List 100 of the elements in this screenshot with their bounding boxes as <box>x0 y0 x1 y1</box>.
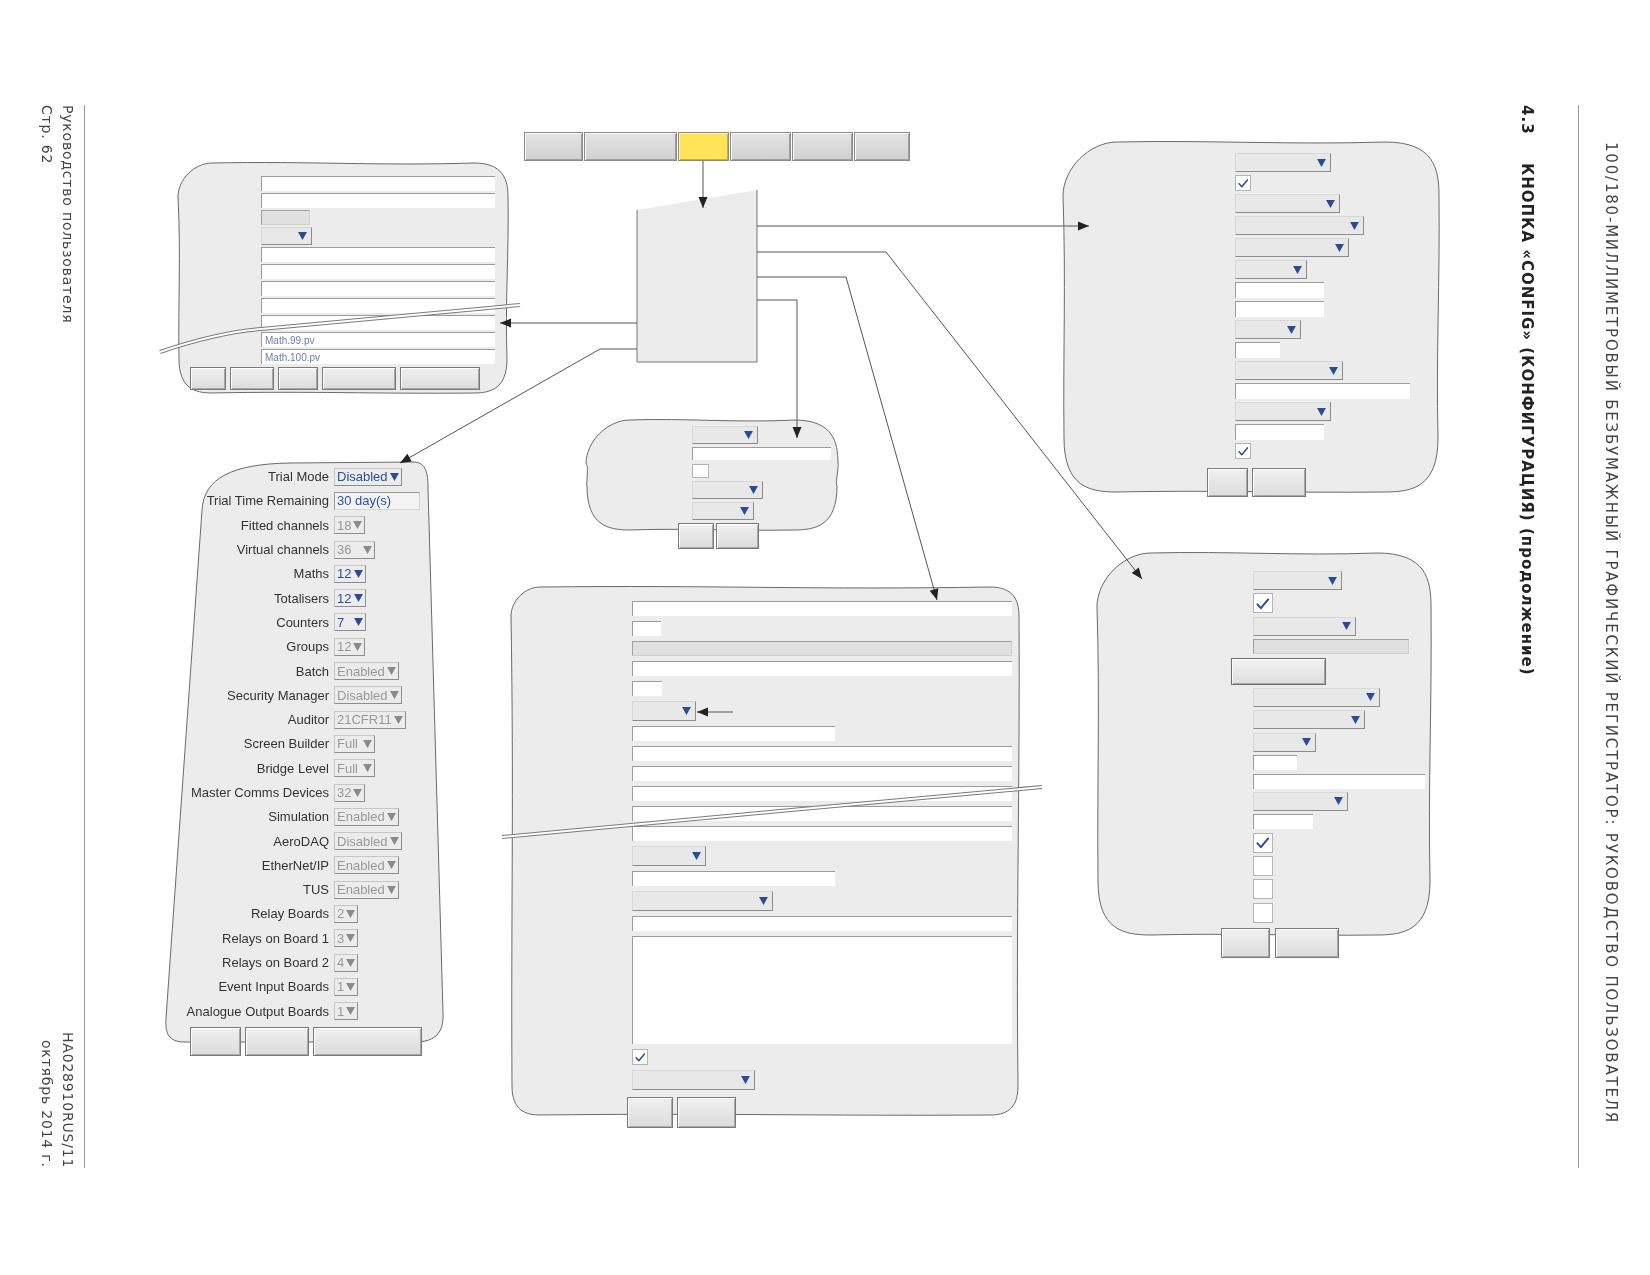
panel-button[interactable] <box>1252 468 1306 497</box>
dropdown-arrow-icon <box>1302 738 1311 747</box>
field-label: Trial Time Remaining <box>206 493 329 509</box>
dropdown-arrow-icon <box>692 852 701 860</box>
field-label: Fitted channels <box>240 517 329 533</box>
dropdown-arrow-icon <box>1366 693 1375 702</box>
dropdown-field[interactable] <box>1235 320 1301 339</box>
panel-button[interactable] <box>1231 657 1326 685</box>
field-label: TUS <box>303 882 329 898</box>
dropdown-field[interactable] <box>1235 402 1331 421</box>
text-field[interactable] <box>692 447 831 460</box>
text-field[interactable] <box>632 766 1012 781</box>
checkbox[interactable] <box>1253 593 1273 614</box>
field-label: EtherNet/IP <box>261 857 329 873</box>
field-label: Relay Boards <box>250 906 329 922</box>
dropdown-field[interactable]: 12 <box>334 589 366 608</box>
text-field[interactable] <box>1253 814 1313 830</box>
dropdown-arrow-icon <box>354 569 363 578</box>
text-field[interactable] <box>632 786 1012 801</box>
field-label: Relays on Board 2 <box>222 955 329 971</box>
dropdown-field[interactable] <box>632 1070 755 1090</box>
dropdown-field[interactable] <box>261 227 312 245</box>
checkbox[interactable] <box>1253 832 1273 853</box>
checkbox[interactable] <box>1253 902 1273 923</box>
text-field[interactable] <box>1235 342 1280 358</box>
dropdown-field[interactable] <box>632 701 696 721</box>
panel-button[interactable] <box>678 522 714 549</box>
panel-button[interactable] <box>400 367 480 390</box>
panel-button[interactable] <box>230 367 274 390</box>
dropdown-arrow-icon <box>353 788 363 797</box>
dropdown-field[interactable]: 7 <box>334 613 366 632</box>
panel-button[interactable] <box>677 1097 736 1128</box>
toolbar-button[interactable] <box>584 132 677 161</box>
dropdown-arrow-icon <box>346 982 356 991</box>
dropdown-field[interactable] <box>692 502 754 520</box>
text-field[interactable]: Math.100.pv <box>261 349 495 364</box>
text-field[interactable] <box>1235 383 1410 399</box>
field-label: Virtual channels <box>236 542 329 558</box>
text-field[interactable] <box>1235 424 1324 440</box>
text-field[interactable]: Math.99.pv <box>261 332 495 347</box>
text-field[interactable] <box>632 621 661 636</box>
text-field[interactable] <box>632 826 1012 841</box>
dropdown-field[interactable] <box>692 426 758 444</box>
text-field[interactable] <box>632 916 1012 931</box>
dropdown-arrow-icon <box>386 812 396 821</box>
text-field[interactable] <box>632 601 1012 616</box>
text-field[interactable] <box>261 264 495 279</box>
panel-button[interactable] <box>245 1026 309 1056</box>
dropdown-arrow-icon <box>346 1007 356 1016</box>
text-field[interactable] <box>632 871 835 886</box>
toolbar-button[interactable] <box>792 132 853 161</box>
panel-button[interactable] <box>190 1026 241 1056</box>
text-field[interactable] <box>1235 282 1324 298</box>
checkbox[interactable] <box>1253 856 1273 877</box>
text-field[interactable] <box>632 661 1012 676</box>
panel-button[interactable] <box>1207 468 1248 497</box>
dropdown-field[interactable] <box>1253 571 1342 590</box>
field-label: Screen Builder <box>243 736 329 752</box>
dropdown-arrow-icon <box>741 1076 750 1084</box>
dropdown-arrow-icon <box>354 594 363 603</box>
toolbar-button[interactable] <box>524 132 583 161</box>
text-field[interactable] <box>261 176 495 191</box>
dropdown-field[interactable] <box>1235 153 1331 172</box>
toolbar-button[interactable] <box>730 132 791 161</box>
dropdown-field[interactable] <box>1235 216 1364 235</box>
checkbox[interactable] <box>1253 879 1273 900</box>
dropdown-field[interactable] <box>1253 710 1365 730</box>
panel-button[interactable] <box>313 1026 422 1056</box>
panel-button[interactable] <box>190 367 226 390</box>
toolbar-button[interactable] <box>678 132 729 161</box>
checkbox[interactable] <box>1235 443 1251 459</box>
text-field[interactable] <box>261 298 495 313</box>
dropdown-field[interactable] <box>1235 361 1343 380</box>
panel-button[interactable] <box>1275 927 1339 958</box>
text-field[interactable] <box>632 746 1012 761</box>
text-field[interactable] <box>1253 755 1297 771</box>
dropdown-field[interactable] <box>1235 238 1349 257</box>
panel-button[interactable] <box>716 522 759 549</box>
panel-button[interactable] <box>278 367 318 390</box>
text-field[interactable] <box>1235 301 1324 317</box>
checkbox[interactable] <box>1235 175 1251 191</box>
checkbox[interactable] <box>632 1049 648 1065</box>
dropdown-field[interactable] <box>692 481 763 499</box>
text-field[interactable] <box>261 281 495 296</box>
page-number: Стр. 62 <box>38 105 56 165</box>
field-label: Relays on Board 1 <box>222 930 329 946</box>
text-field[interactable] <box>632 726 835 741</box>
dropdown-field[interactable] <box>632 846 706 866</box>
dropdown-field[interactable] <box>1235 194 1340 213</box>
text-field[interactable] <box>261 247 495 262</box>
text-field[interactable] <box>261 193 495 208</box>
panel-button[interactable] <box>627 1097 673 1128</box>
dropdown-arrow-icon <box>1351 715 1360 724</box>
toolbar-button[interactable] <box>854 132 910 161</box>
panel-button[interactable] <box>322 367 396 390</box>
dropdown-arrow-icon <box>346 958 356 967</box>
dropdown-field[interactable] <box>632 891 773 911</box>
panel-button[interactable] <box>1221 927 1270 958</box>
dropdown-field[interactable] <box>1235 260 1307 279</box>
text-field[interactable] <box>632 681 662 696</box>
